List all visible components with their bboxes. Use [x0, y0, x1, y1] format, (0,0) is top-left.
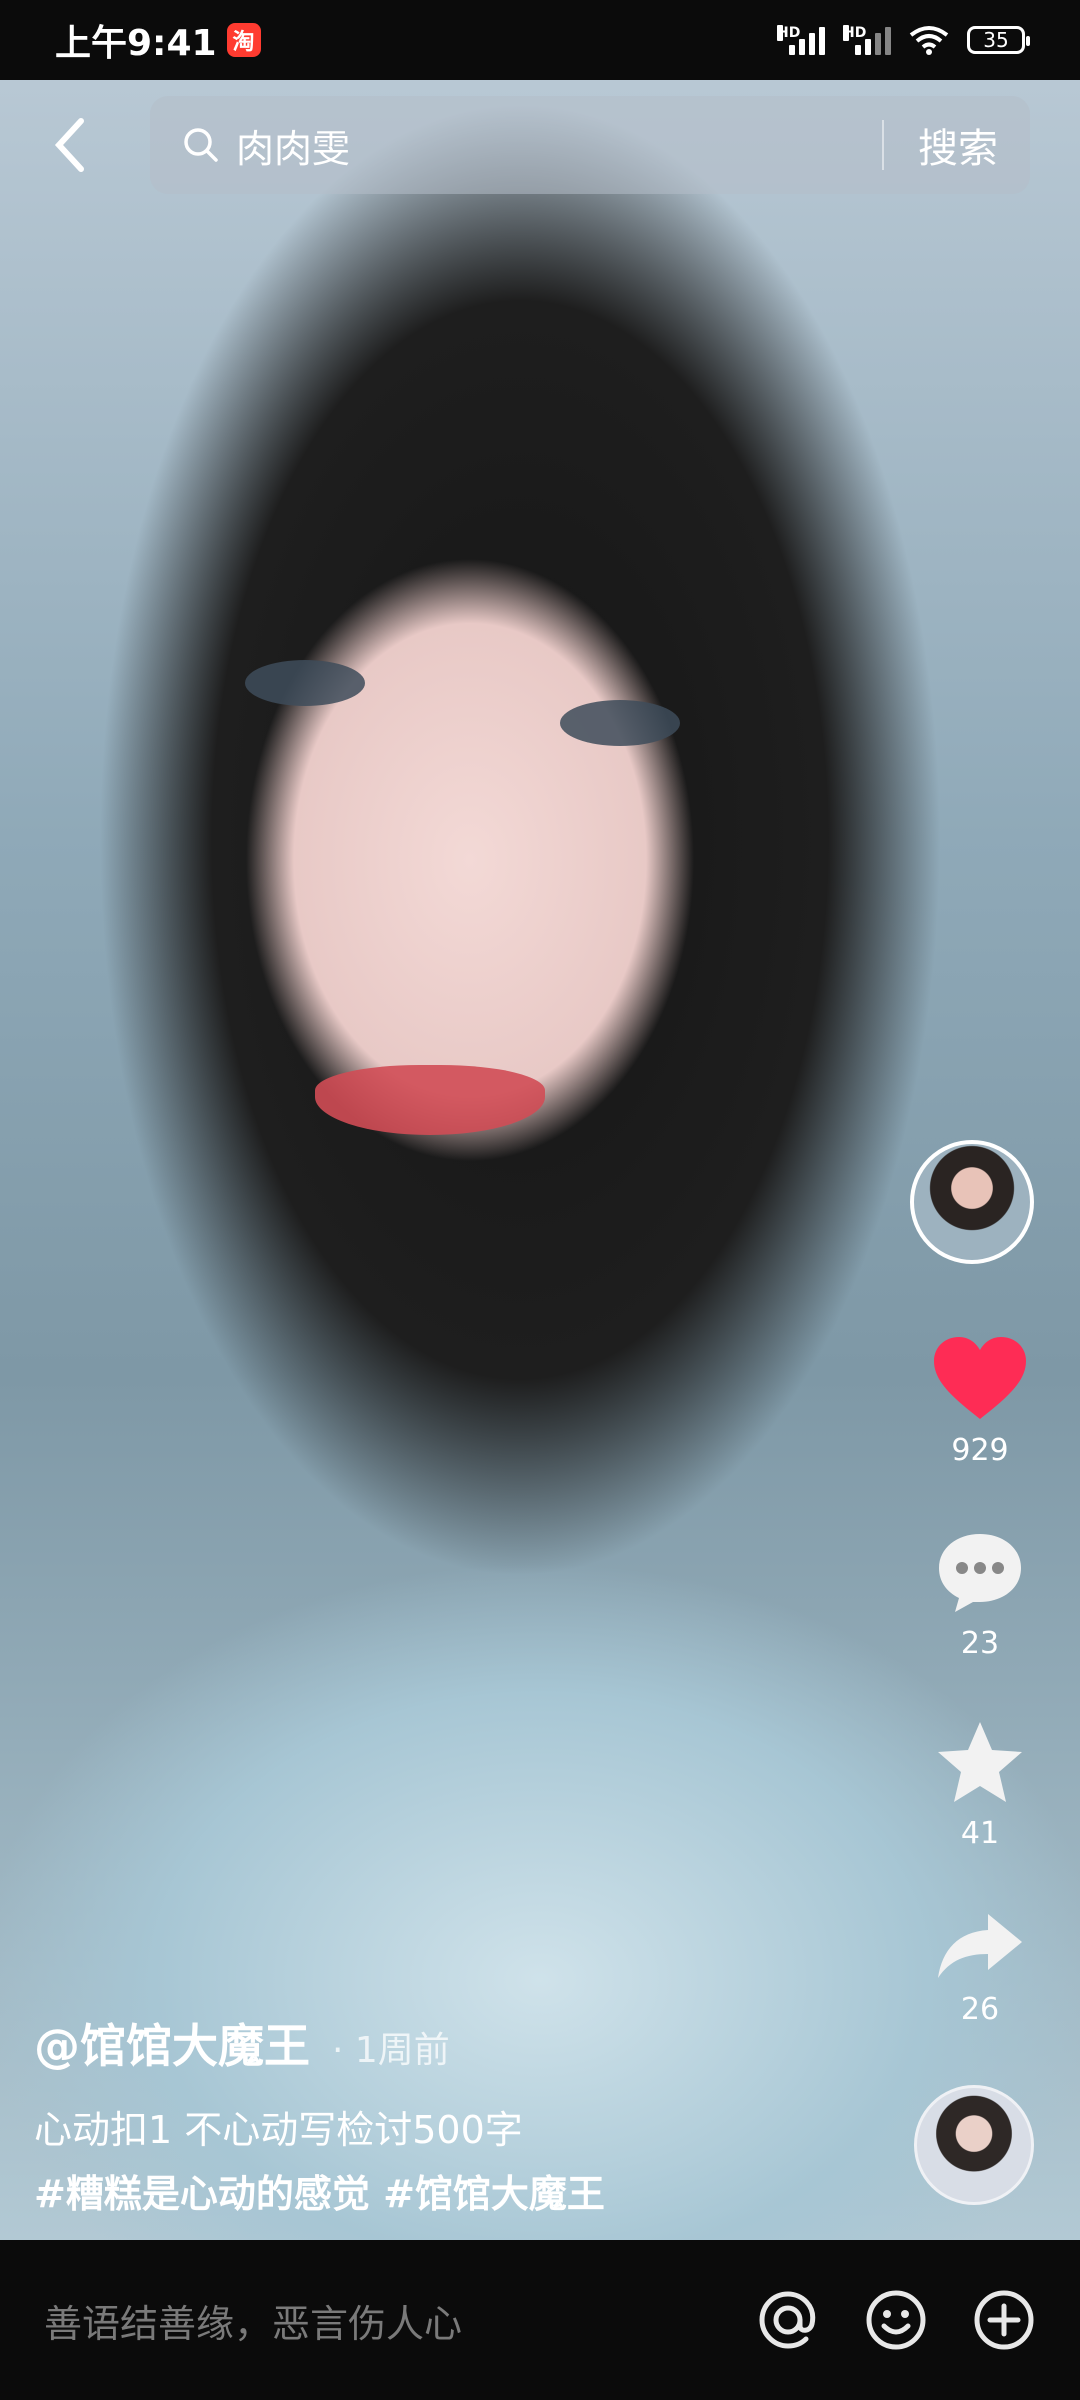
search-icon	[184, 128, 218, 162]
status-time: 上午9:41	[55, 23, 217, 64]
favorite-button[interactable]: 41	[880, 1720, 1080, 1851]
video-figure-eye-left	[245, 660, 365, 706]
hashtags[interactable]: #糟糕是心动的感觉 #馆馆大魔王	[34, 2162, 934, 2226]
emoji-icon[interactable]	[864, 2288, 928, 2352]
hd-label: HD	[777, 25, 801, 41]
mention-icon[interactable]	[756, 2288, 820, 2352]
search-divider	[882, 120, 884, 170]
like-count: 929	[951, 1433, 1009, 1468]
comment-bar: 善语结善缘，恶言伤人心	[0, 2240, 1080, 2400]
author-name[interactable]: @馆馆大魔王	[34, 2010, 310, 2076]
status-bar: 上午9:41 淘 HD HD 35	[0, 0, 1080, 80]
hd-label-2: HD	[843, 25, 867, 41]
back-button[interactable]	[40, 110, 100, 180]
wifi-icon	[909, 26, 949, 55]
search-button[interactable]: 搜索	[918, 116, 998, 174]
signal-icon: HD	[777, 25, 825, 55]
video-figure-eye-right	[560, 700, 680, 746]
plus-icon[interactable]	[972, 2288, 1036, 2352]
favorite-count: 41	[960, 1816, 1000, 1851]
comment-icon	[939, 1534, 1021, 1612]
author-row: @馆馆大魔王 · 1周前	[34, 2010, 934, 2076]
comment-button[interactable]: 23	[880, 1530, 1080, 1661]
description-text: 心动扣1 不心动写检讨500字	[34, 2108, 523, 2152]
status-right: HD HD 35	[777, 25, 1030, 55]
signal-icon-2: HD	[843, 25, 891, 55]
share-arrow-icon	[938, 1914, 1022, 1978]
back-arrow-icon	[54, 118, 84, 172]
comment-input[interactable]: 善语结善缘，恶言伤人心	[44, 2293, 712, 2348]
author-avatar[interactable]	[910, 1140, 1034, 1264]
heart-icon	[934, 1337, 1026, 1419]
like-button[interactable]: 929	[880, 1335, 1080, 1468]
post-description: 心动扣1 不心动写检讨500字 #糟糕是心动的感觉 #馆馆大魔王	[34, 2098, 934, 2226]
post-time: · 1周前	[332, 2030, 450, 2071]
comment-count: 23	[960, 1626, 1000, 1661]
search-bar[interactable]: 肉肉雯 搜索	[150, 96, 1030, 194]
status-left: 上午9:41 淘	[55, 14, 261, 66]
video-figure-lips	[315, 1065, 545, 1135]
post-caption: @馆馆大魔王 · 1周前 心动扣1 不心动写检讨500字 #糟糕是心动的感觉 #…	[34, 2010, 934, 2226]
search-input[interactable]: 肉肉雯	[236, 118, 882, 173]
taobao-notification-icon: 淘	[226, 23, 261, 57]
star-icon	[938, 1722, 1022, 1802]
battery-icon: 35	[967, 26, 1030, 54]
